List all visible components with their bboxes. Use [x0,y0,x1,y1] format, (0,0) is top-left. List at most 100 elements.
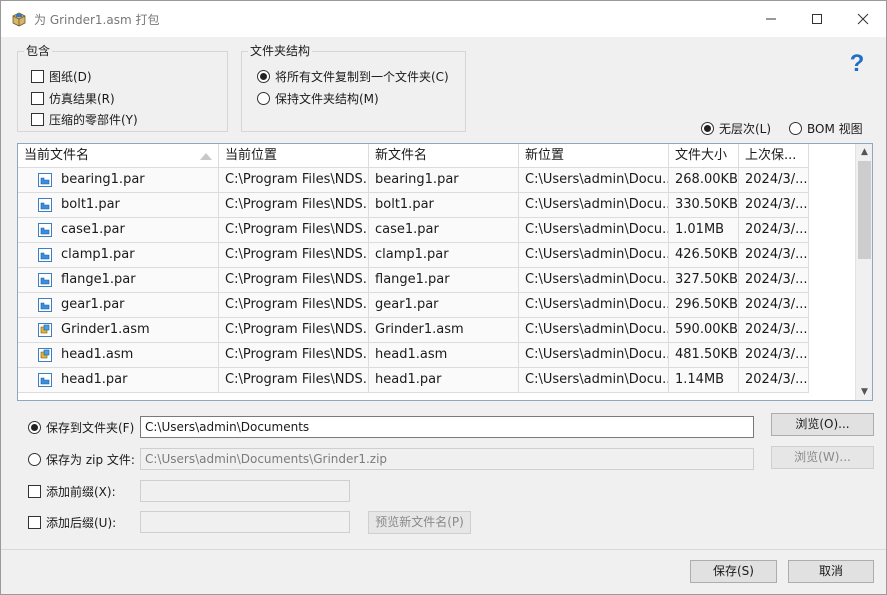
simulation-results-label: 仿真结果(R) [49,92,115,106]
cell-current-location: C:\Program Files\NDS... [219,243,369,267]
cell-new-name: head1.asm [369,343,519,367]
checkbox-box[interactable] [28,516,41,529]
folder-path-input[interactable]: C:\Users\admin\Documents [140,416,754,438]
vertical-scrollbar[interactable]: ▲ ▼ [855,144,872,400]
radio-dot[interactable] [28,453,41,466]
cell-new-location: C:\Users\admin\Docu... [519,268,669,292]
column-current-location[interactable]: 当前位置 [219,144,369,168]
radio-dot[interactable] [701,122,714,135]
minimize-icon [766,18,776,20]
browse-folder-button[interactable]: 浏览(O)... [771,413,874,436]
cell-current-name: gear1.par [18,293,219,317]
radio-dot[interactable] [28,421,41,434]
browse-zip-button[interactable]: 浏览(W)... [771,446,874,469]
cell-current-name: bearing1.par [18,168,219,192]
file-name: bolt1.par [61,197,120,212]
checkbox-box[interactable] [31,70,44,83]
cell-last-saved: 2024/3/... [739,168,809,192]
pack-dialog: 为 Grinder1.asm 打包 包含 图纸(D) 仿真结果(R) 压缩的零部… [0,0,887,595]
prefix-input[interactable] [140,480,350,502]
maximize-button[interactable] [794,1,840,37]
radio-dot[interactable] [257,92,270,105]
radio-dot[interactable] [789,122,802,135]
keep-structure-radio[interactable]: 保持文件夹结构(M) [257,90,379,107]
table-row[interactable]: gear1.par C:\Program Files\NDS... gear1.pa… [18,293,809,318]
include-group-title: 包含 [24,42,53,59]
save-to-folder-radio[interactable]: 保存到文件夹(F) [28,419,134,436]
cell-new-location: C:\Users\admin\Docu... [519,343,669,367]
add-suffix-label: 添加后缀(U): [46,516,117,530]
cell-new-name: clamp1.par [369,243,519,267]
column-label: 新位置 [525,148,565,163]
suppressed-parts-checkbox[interactable]: 压缩的零部件(Y) [31,111,138,128]
part-file-icon [38,273,52,287]
suffix-input[interactable] [140,511,350,533]
cell-file-size: 1.14MB [669,368,739,392]
save-as-zip-radio[interactable]: 保存为 zip 文件: [28,451,135,468]
bom-view-radio[interactable]: BOM 视图 [789,120,863,137]
scroll-up-icon[interactable]: ▲ [856,144,872,160]
table-row[interactable]: bearing1.par C:\Program Files\NDS... beari… [18,168,809,193]
file-name: head1.par [61,372,128,387]
cell-new-location: C:\Users\admin\Docu... [519,218,669,242]
table-row[interactable]: head1.par C:\Program Files\NDS... head1.pa… [18,368,809,393]
table-row[interactable]: clamp1.par C:\Program Files\NDS... clamp1.… [18,243,809,268]
cell-new-location: C:\Users\admin\Docu... [519,293,669,317]
cell-file-size: 590.00KB [669,318,739,342]
cell-current-name: bolt1.par [18,193,219,217]
checkbox-box[interactable] [31,113,44,126]
cell-last-saved: 2024/3/... [739,368,809,392]
column-current-name[interactable]: 当前文件名 [18,144,219,168]
column-last-saved[interactable]: 上次保... [739,144,809,168]
scroll-thumb[interactable] [858,161,871,259]
drawings-checkbox[interactable]: 图纸(D) [31,68,92,85]
cell-current-location: C:\Program Files\NDS... [219,268,369,292]
save-as-zip-label: 保存为 zip 文件: [46,453,135,467]
cell-current-name: clamp1.par [18,243,219,267]
file-name: head1.asm [61,347,134,362]
column-label: 上次保... [745,148,797,163]
cell-new-location: C:\Users\admin\Docu... [519,193,669,217]
cell-new-name: gear1.par [369,293,519,317]
column-file-size[interactable]: 文件大小 [669,144,739,168]
cancel-button[interactable]: 取消 [788,560,874,583]
table-header: 当前文件名 当前位置 新文件名 新位置 文件大小 上次保... [18,144,809,168]
part-file-icon [38,298,52,312]
zip-path-input[interactable]: C:\Users\admin\Documents\Grinder1.zip [140,448,754,470]
table-row[interactable]: case1.par C:\Program Files\NDS... case1.pa… [18,218,809,243]
table-row[interactable]: head1.asm C:\Program Files\NDS... head1.as… [18,343,809,368]
cell-current-name: Grinder1.asm [18,318,219,342]
flat-view-radio[interactable]: 无层次(L) [701,120,771,137]
scroll-down-icon[interactable]: ▼ [856,384,872,400]
checkbox-box[interactable] [28,485,41,498]
cell-last-saved: 2024/3/... [739,268,809,292]
checkbox-box[interactable] [31,92,44,105]
column-new-location[interactable]: 新位置 [519,144,669,168]
minimize-button[interactable] [748,1,794,37]
close-button[interactable] [840,1,886,37]
cell-current-name: flange1.par [18,268,219,292]
column-new-name[interactable]: 新文件名 [369,144,519,168]
table-row[interactable]: flange1.par C:\Program Files\NDS... flange… [18,268,809,293]
close-icon [857,13,869,25]
add-prefix-checkbox[interactable]: 添加前缀(X): [28,483,116,500]
drawings-label: 图纸(D) [49,70,92,84]
radio-dot[interactable] [257,70,270,83]
title-bar: 为 Grinder1.asm 打包 [1,1,886,37]
cell-current-location: C:\Program Files\NDS... [219,193,369,217]
cell-current-location: C:\Program Files\NDS... [219,218,369,242]
add-suffix-checkbox[interactable]: 添加后缀(U): [28,514,116,531]
cell-new-name: bolt1.par [369,193,519,217]
table-row[interactable]: Grinder1.asm C:\Program Files\NDS... Grind… [18,318,809,343]
file-name: flange1.par [61,272,136,287]
preview-new-names-button[interactable]: 预览新文件名(P) [368,511,471,534]
cell-last-saved: 2024/3/... [739,343,809,367]
window-title: 为 Grinder1.asm 打包 [34,13,160,27]
help-icon[interactable]: ? [846,50,868,76]
cell-file-size: 426.50KB [669,243,739,267]
table-row[interactable]: bolt1.par C:\Program Files\NDS... bolt1.pa… [18,193,809,218]
simulation-results-checkbox[interactable]: 仿真结果(R) [31,90,115,107]
copy-to-one-folder-radio[interactable]: 将所有文件复制到一个文件夹(C) [257,68,449,85]
save-button[interactable]: 保存(S) [690,560,777,583]
cell-new-location: C:\Users\admin\Docu... [519,168,669,192]
